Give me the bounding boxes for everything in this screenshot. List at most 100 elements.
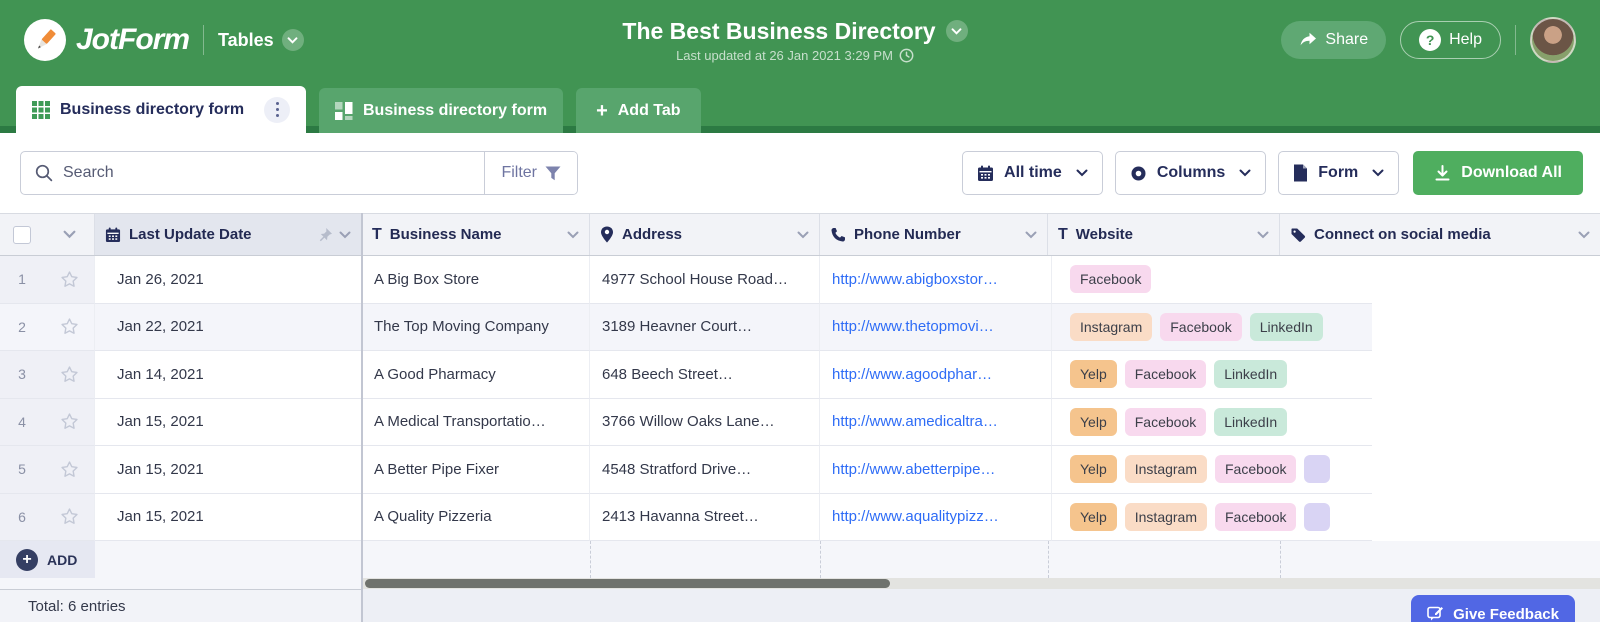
cell-last-update-date[interactable]: Jan 26, 2021 [95, 256, 362, 304]
add-tab-button[interactable]: + Add Tab [576, 88, 701, 133]
cell-website: http://www.agoodphar… [820, 351, 1052, 399]
table-rows: 1 Jan 26, 2021A Big Box Store4977 School … [0, 256, 1600, 541]
cell-social-media[interactable]: YelpInstagramFacebook [1052, 446, 1372, 494]
row-number: 1 [0, 256, 44, 304]
row-number: 6 [0, 494, 44, 542]
add-row: + ADD [0, 541, 1600, 578]
cell-last-update-date[interactable]: Jan 15, 2021 [95, 399, 362, 447]
pin-icon[interactable] [317, 227, 333, 243]
cell-last-update-date[interactable]: Jan 22, 2021 [95, 304, 362, 352]
website-link[interactable]: http://www.amedicaltra… [832, 413, 998, 430]
cell-business-name[interactable]: The Top Moving Company [362, 304, 590, 352]
table-row[interactable]: 2Jan 22, 2021The Top Moving Company3189 … [0, 304, 1600, 352]
chevron-down-icon[interactable] [1257, 231, 1269, 239]
time-filter-button[interactable]: All time [962, 151, 1103, 195]
star-icon[interactable] [44, 256, 95, 304]
toolbar: Filter All time Columns [0, 133, 1600, 213]
text-icon: T [372, 226, 382, 244]
product-switcher[interactable]: Tables [218, 29, 304, 51]
share-icon [1299, 32, 1317, 48]
download-all-button[interactable]: Download All [1413, 151, 1583, 195]
selection-menu-chevron[interactable] [44, 214, 95, 255]
scrollbar-track[interactable] [362, 578, 1600, 589]
search-input[interactable] [53, 164, 484, 182]
row-number: 5 [0, 446, 44, 494]
column-header-phone-number[interactable]: Phone Number [820, 214, 1048, 255]
cell-social-media[interactable]: InstagramFacebookLinkedIn [1052, 304, 1372, 352]
cell-last-update-date[interactable]: Jan 15, 2021 [95, 446, 362, 494]
column-header-last-update-date[interactable]: Last Update Date [95, 214, 362, 255]
cell-business-name[interactable]: A Big Box Store [362, 256, 590, 304]
cell-address[interactable]: 4548 Stratford Drive… [590, 446, 820, 494]
cell-social-media[interactable]: Facebook [1052, 256, 1372, 304]
cell-address[interactable]: 648 Beech Street… [590, 351, 820, 399]
filter-button[interactable]: Filter [484, 152, 577, 194]
website-link[interactable]: http://www.thetopmovi… [832, 318, 994, 335]
cell-address[interactable]: 3189 Heavner Court… [590, 304, 820, 352]
select-all-checkbox[interactable] [0, 214, 44, 255]
column-header-connect-on-social-media[interactable]: Connect on social media [1280, 214, 1600, 255]
table-row[interactable]: 3Jan 14, 2021A Good Pharmacy648 Beech St… [0, 351, 1600, 399]
add-tab-label: Add Tab [618, 102, 681, 120]
column-label: Address [622, 226, 682, 243]
website-link[interactable]: http://www.agoodphar… [832, 366, 992, 383]
form-button[interactable]: Form [1278, 151, 1399, 195]
cell-social-media[interactable]: YelpInstagramFacebook [1052, 494, 1372, 542]
table-row[interactable]: 1 Jan 26, 2021A Big Box Store4977 School … [0, 256, 1600, 304]
chevron-down-icon[interactable] [797, 231, 809, 239]
cell-address[interactable]: 4977 School House Road… [590, 256, 820, 304]
share-button[interactable]: Share [1281, 21, 1386, 59]
website-link[interactable]: http://www.abetterpipe… [832, 461, 995, 478]
cell-business-name[interactable]: A Good Pharmacy [362, 351, 590, 399]
social-chip: Yelp [1070, 360, 1117, 388]
product-label: Tables [218, 30, 274, 51]
column-header-address[interactable]: Address [590, 214, 820, 255]
add-entry-button[interactable]: + ADD [0, 541, 95, 578]
star-icon[interactable] [44, 351, 95, 399]
cell-business-name[interactable]: A Quality Pizzeria [362, 494, 590, 542]
cell-address[interactable]: 2413 Havanna Street… [590, 494, 820, 542]
chevron-down-icon[interactable] [567, 231, 579, 239]
star-icon[interactable] [44, 399, 95, 447]
give-feedback-button[interactable]: Give Feedback [1411, 595, 1575, 622]
cell-website: http://www.abetterpipe… [820, 446, 1052, 494]
columns-visibility-icon [1130, 165, 1147, 182]
social-chip: Facebook [1070, 265, 1151, 293]
search-icon [35, 164, 53, 182]
table-row[interactable]: 6 Jan 15, 2021A Quality Pizzeria2413 Hava… [0, 494, 1600, 542]
column-header-business-name[interactable]: T Business Name [362, 214, 590, 255]
table-row[interactable]: 4Jan 15, 2021A Medical Transportatio…376… [0, 399, 1600, 447]
cell-social-media[interactable]: YelpFacebookLinkedIn [1052, 351, 1372, 399]
tab-label: Business directory form [363, 102, 547, 120]
cell-business-name[interactable]: A Better Pipe Fixer [362, 446, 590, 494]
cell-last-update-date[interactable]: Jan 14, 2021 [95, 351, 362, 399]
star-icon[interactable] [44, 446, 95, 494]
star-icon[interactable] [44, 494, 95, 542]
table-row[interactable]: 5 Jan 15, 2021A Better Pipe Fixer4548 Str… [0, 446, 1600, 494]
cell-last-update-date[interactable]: Jan 15, 2021 [95, 494, 362, 542]
cell-business-name[interactable]: A Medical Transportatio… [362, 399, 590, 447]
header-divider-2 [1515, 25, 1516, 55]
website-link[interactable]: http://www.abigboxstor… [832, 271, 998, 288]
cell-social-media[interactable]: YelpFacebookLinkedIn [1052, 399, 1372, 447]
text-icon: T [1058, 226, 1068, 244]
tab-menu-kebab-icon[interactable] [264, 97, 290, 123]
user-avatar[interactable] [1530, 17, 1576, 63]
chevron-down-icon[interactable] [1578, 231, 1590, 239]
table-grid-icon [32, 101, 50, 119]
chevron-down-icon[interactable] [339, 231, 351, 239]
column-label: Connect on social media [1314, 226, 1491, 243]
column-header-website[interactable]: T Website [1048, 214, 1280, 255]
columns-button[interactable]: Columns [1115, 151, 1266, 195]
scrollbar-thumb[interactable] [365, 579, 890, 588]
help-button[interactable]: ? Help [1400, 21, 1501, 59]
website-link[interactable]: http://www.aqualitypizz… [832, 508, 999, 525]
star-icon[interactable] [44, 304, 95, 352]
tab-business-directory-table[interactable]: Business directory form [16, 86, 306, 133]
jotform-logo[interactable]: JotForm [24, 19, 189, 61]
social-chip: LinkedIn [1250, 313, 1323, 341]
title-chevron-icon[interactable] [946, 20, 968, 42]
tab-business-directory-report[interactable]: Business directory form [319, 88, 563, 133]
chevron-down-icon[interactable] [1025, 231, 1037, 239]
cell-address[interactable]: 3766 Willow Oaks Lane… [590, 399, 820, 447]
